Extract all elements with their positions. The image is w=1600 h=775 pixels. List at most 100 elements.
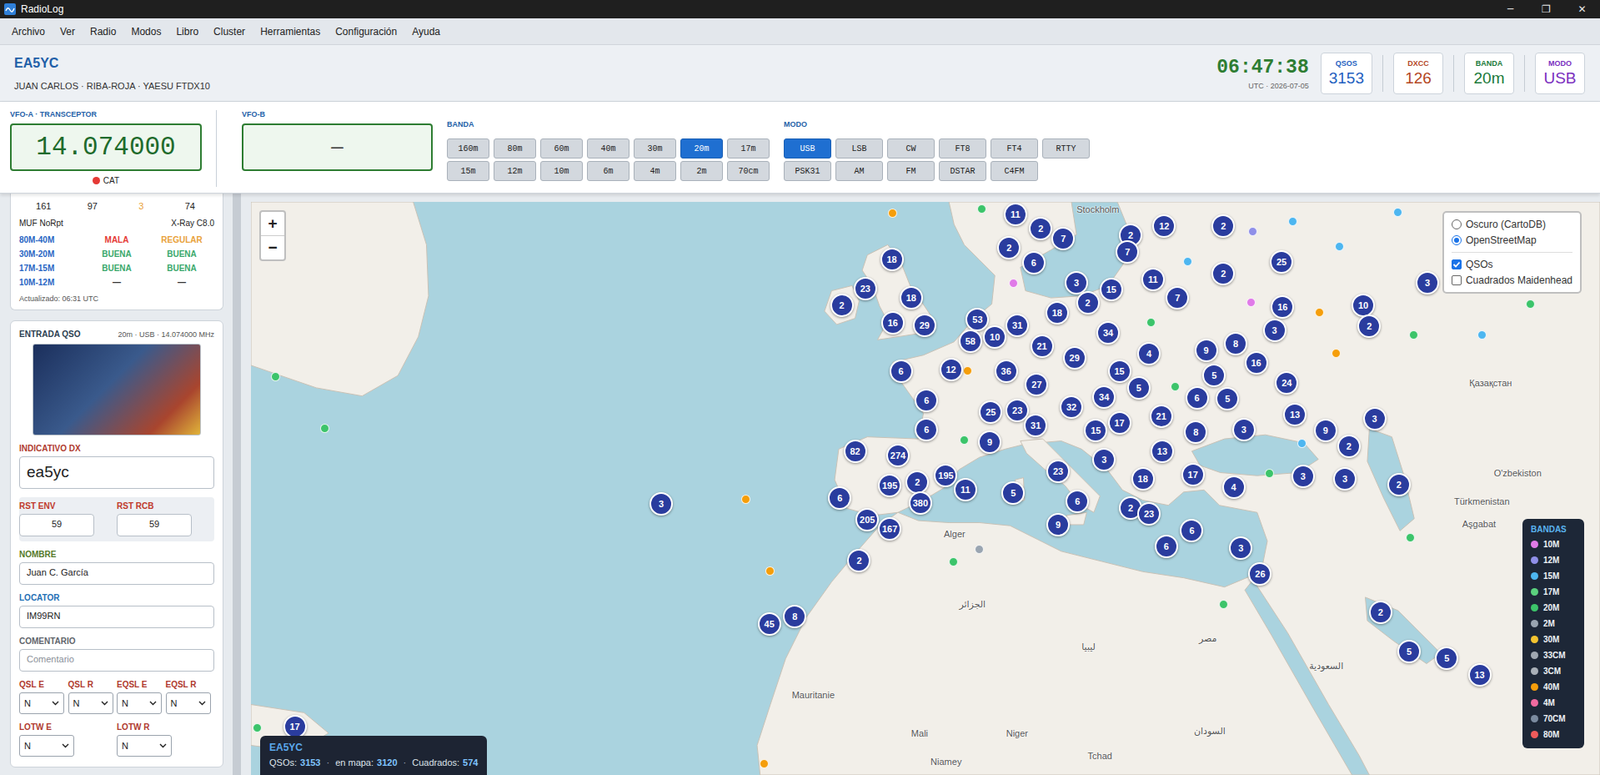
qso-dot[interactable]: [320, 423, 330, 433]
qso-dot[interactable]: [1246, 297, 1256, 307]
qso-cluster[interactable]: 6: [1185, 386, 1209, 410]
band-button[interactable]: 6m: [586, 160, 630, 181]
qso-dot[interactable]: [1393, 207, 1403, 217]
qso-dot[interactable]: [1314, 307, 1325, 317]
mode-button[interactable]: AM: [835, 160, 883, 181]
qso-cluster[interactable]: 6: [1065, 489, 1089, 513]
qso-dot[interactable]: [1297, 438, 1307, 448]
qso-dot[interactable]: [1288, 216, 1298, 226]
qso-cluster[interactable]: 5: [1127, 376, 1151, 400]
checkbox[interactable]: [1451, 275, 1462, 286]
band-button[interactable]: 40m: [586, 138, 630, 159]
band-button[interactable]: 80m: [493, 138, 537, 159]
menu-item[interactable]: Radio: [82, 25, 124, 38]
qso-cluster[interactable]: 32: [1059, 395, 1084, 419]
lotw-select[interactable]: N: [19, 734, 75, 757]
qso-cluster[interactable]: 3: [1363, 406, 1387, 431]
locator-input[interactable]: IM99RN: [19, 605, 215, 628]
band-button[interactable]: 70cm: [727, 160, 770, 181]
qso-cluster[interactable]: 3: [649, 491, 673, 516]
qso-cluster[interactable]: 9: [1046, 512, 1070, 537]
mode-button[interactable]: PSK31: [783, 160, 832, 181]
band-button[interactable]: 15m: [446, 160, 490, 181]
zoom-button[interactable]: −: [260, 235, 285, 260]
band-button[interactable]: 4m: [633, 160, 677, 181]
qso-dot[interactable]: [1409, 330, 1419, 340]
qso-cluster[interactable]: 45: [757, 611, 782, 636]
qso-cluster[interactable]: 24: [1274, 371, 1299, 395]
qso-dot[interactable]: [1331, 348, 1341, 358]
qso-cluster[interactable]: 82: [843, 439, 868, 463]
qso-cluster[interactable]: 34: [1092, 385, 1116, 409]
zoom-button[interactable]: +: [260, 211, 285, 236]
comment-input[interactable]: Comentario: [19, 648, 215, 672]
qsl-select[interactable]: N: [19, 692, 65, 714]
qso-cluster[interactable]: 23: [1137, 501, 1161, 526]
qso-cluster[interactable]: 15: [1108, 359, 1132, 383]
qso-dot[interactable]: [948, 556, 958, 567]
qso-cluster[interactable]: 16: [1244, 351, 1269, 375]
qso-cluster[interactable]: 2: [830, 293, 854, 317]
qso-dot[interactable]: [252, 722, 262, 733]
qso-cluster[interactable]: 2: [1076, 290, 1100, 315]
qso-cluster[interactable]: 36: [994, 359, 1019, 383]
menu-item[interactable]: Modos: [123, 25, 169, 38]
qsl-select[interactable]: N: [165, 692, 211, 714]
band-button[interactable]: 12m: [493, 160, 537, 181]
mode-button[interactable]: FT4: [990, 138, 1039, 159]
qso-cluster[interactable]: 15: [1099, 277, 1124, 301]
qso-dot[interactable]: [977, 204, 987, 214]
menu-item[interactable]: Ver: [52, 25, 83, 38]
band-button[interactable]: 160m: [446, 138, 490, 159]
base-layer-option[interactable]: Oscuro (CartoDB): [1451, 217, 1573, 231]
qso-cluster[interactable]: 13: [1468, 662, 1492, 687]
band-button[interactable]: 30m: [633, 138, 677, 159]
qso-cluster[interactable]: 11: [953, 477, 978, 502]
qso-cluster[interactable]: 274: [886, 443, 910, 467]
qso-cluster[interactable]: 2: [1369, 600, 1393, 624]
qso-cluster[interactable]: 21: [1030, 334, 1054, 358]
qso-cluster[interactable]: 3: [1232, 417, 1256, 442]
qso-cluster[interactable]: 11: [1141, 267, 1165, 291]
band-button[interactable]: 17m: [727, 138, 770, 159]
window-control-button[interactable]: ✕: [1564, 0, 1600, 19]
qso-cluster[interactable]: 18: [880, 247, 904, 271]
mode-button[interactable]: C4FM: [990, 160, 1039, 181]
mode-button[interactable]: RTTY: [1042, 138, 1090, 159]
qso-cluster[interactable]: 21: [1149, 404, 1174, 428]
qso-cluster[interactable]: 29: [1063, 346, 1087, 370]
vfo-b-frequency[interactable]: —: [241, 123, 433, 171]
qso-dot[interactable]: [1218, 599, 1229, 609]
mode-button[interactable]: LSB: [835, 138, 883, 159]
mode-button[interactable]: CW: [887, 138, 935, 159]
qso-cluster[interactable]: 2: [1211, 261, 1235, 286]
qso-dot[interactable]: [963, 366, 973, 376]
band-button[interactable]: 60m: [540, 138, 583, 159]
base-layer-option[interactable]: OpenStreetMap: [1451, 233, 1573, 247]
qso-cluster[interactable]: 3: [1333, 466, 1357, 491]
qso-cluster[interactable]: 12: [939, 357, 964, 382]
qso-cluster[interactable]: 29: [912, 313, 937, 337]
qso-cluster[interactable]: 23: [853, 276, 878, 301]
menu-item[interactable]: Libro: [168, 25, 206, 38]
window-control-button[interactable]: ─: [1492, 0, 1529, 19]
qso-cluster[interactable]: 13: [1150, 439, 1174, 463]
qso-cluster[interactable]: 18: [899, 285, 923, 310]
band-button[interactable]: 20m: [680, 138, 723, 159]
qso-cluster[interactable]: 26: [1248, 561, 1272, 586]
qso-cluster[interactable]: 34: [1096, 321, 1120, 345]
panel-splitter[interactable]: [232, 193, 241, 775]
rst-input[interactable]: 59: [116, 513, 192, 537]
menu-item[interactable]: Ayuda: [404, 25, 448, 38]
qso-cluster[interactable]: 6: [1154, 534, 1179, 558]
qso-cluster[interactable]: 205: [855, 507, 879, 532]
qso-cluster[interactable]: 8: [1183, 420, 1208, 444]
qso-cluster[interactable]: 18: [1131, 466, 1155, 491]
qso-cluster[interactable]: 10: [983, 325, 1007, 349]
mode-button[interactable]: USB: [783, 138, 832, 159]
qso-cluster[interactable]: 2: [1337, 434, 1361, 458]
qso-cluster[interactable]: 9: [1194, 338, 1219, 362]
name-input[interactable]: Juan C. García: [19, 561, 215, 585]
qso-cluster[interactable]: 3: [1415, 270, 1440, 295]
qso-cluster[interactable]: 17: [1181, 462, 1205, 487]
